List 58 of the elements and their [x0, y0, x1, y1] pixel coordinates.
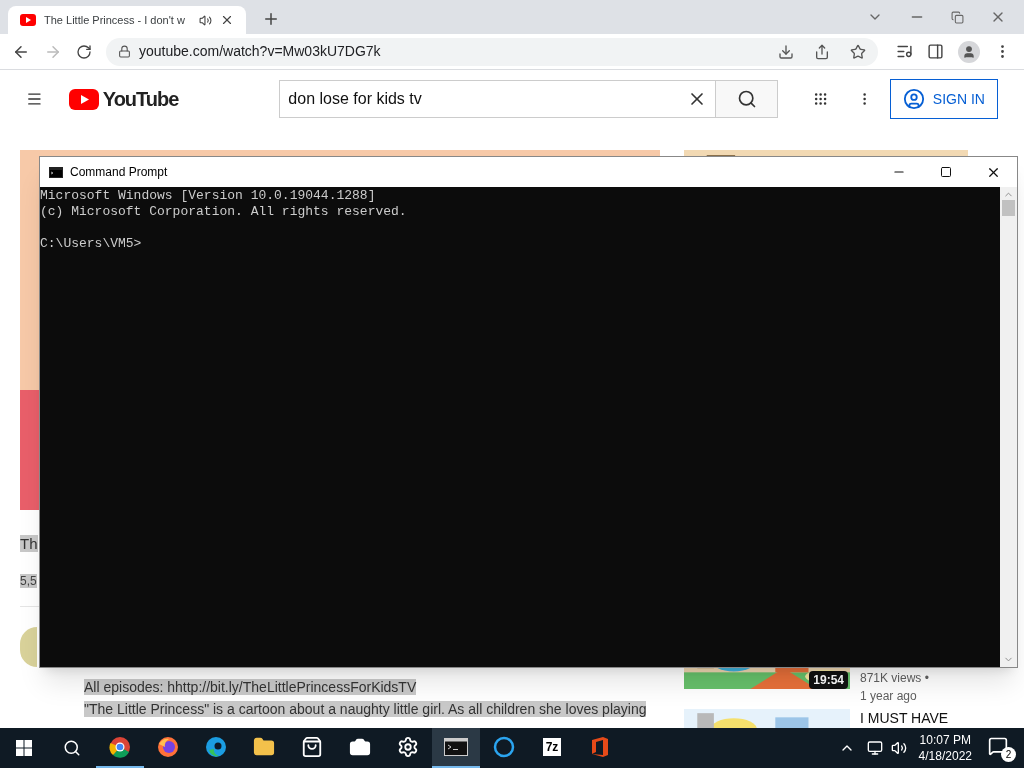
taskbar-app[interactable] [432, 728, 480, 768]
notification-count: 2 [1001, 747, 1016, 762]
console-prompt: C:\Users\VM5> [40, 236, 142, 251]
sign-in-button[interactable]: SIGN IN [889, 79, 998, 119]
scrollbar[interactable] [1000, 187, 1017, 667]
video-title: Th [20, 535, 38, 552]
video-meta: 1 year ago [860, 688, 918, 705]
window-title: Command Prompt [70, 164, 168, 181]
scroll-thumb[interactable] [1002, 200, 1015, 216]
bookmark-star-icon[interactable] [850, 43, 866, 60]
install-icon[interactable] [778, 43, 794, 60]
youtube-logo[interactable]: YouTube [68, 84, 179, 114]
close-icon[interactable] [220, 13, 234, 27]
video-meta: 871K views • [860, 670, 929, 687]
taskbar-app[interactable]: 7z [528, 728, 576, 768]
ring-icon [493, 736, 515, 758]
office-icon [590, 736, 610, 758]
edge-icon [205, 736, 227, 758]
tab-title: The Little Princess - I don't w [44, 12, 186, 28]
view-count: 5,5 [20, 574, 37, 588]
profile-avatar[interactable] [958, 40, 980, 63]
speaker-icon[interactable] [199, 13, 212, 27]
chrome-icon [109, 736, 131, 758]
lock-icon [118, 45, 131, 58]
share-icon[interactable] [814, 43, 830, 60]
notifications-icon[interactable] [988, 736, 1008, 756]
camera-icon [349, 736, 371, 758]
console-line: Microsoft Windows [Version 10.0.19044.1288] [40, 188, 376, 203]
clock[interactable]: 10:07 PM 4/18/2022 [918, 732, 972, 764]
new-tab-icon[interactable] [262, 10, 280, 28]
play-logo-icon [68, 88, 99, 110]
search-button[interactable] [716, 80, 779, 118]
store-icon [301, 736, 323, 758]
video-title: I MUST HAVE [860, 709, 949, 728]
folder-icon [253, 736, 275, 758]
search-field[interactable]: don lose for kids tv [279, 80, 717, 118]
duration-badge: 19:54 [809, 671, 848, 689]
network-icon[interactable] [866, 740, 883, 756]
browser-tab[interactable]: The Little Princess - I don't w [8, 6, 246, 34]
windows-icon [16, 740, 32, 756]
terminal-icon [49, 166, 63, 178]
settings-icon [397, 736, 419, 758]
media-icon[interactable] [896, 43, 913, 60]
firefox-icon [157, 736, 179, 758]
reload-icon[interactable] [76, 43, 92, 60]
account-icon [902, 88, 925, 110]
side-panel-icon[interactable] [927, 43, 944, 60]
restore-icon[interactable] [951, 10, 964, 24]
maximize-icon[interactable] [940, 166, 952, 178]
url-text: youtube.com/watch?v=Mw03kU7DG7k [139, 42, 382, 61]
volume-icon[interactable] [890, 740, 907, 756]
console-line: (c) Microsoft Corporation. All rights reserved. [40, 204, 407, 219]
search-icon [736, 89, 757, 109]
terminal-icon [444, 738, 468, 756]
archiver-icon: 7z [542, 738, 562, 756]
search-icon [63, 739, 81, 757]
video-logo-icon [20, 14, 36, 26]
address-field[interactable]: youtube.com/watch?v=Mw03kU7DG7k [106, 37, 878, 66]
